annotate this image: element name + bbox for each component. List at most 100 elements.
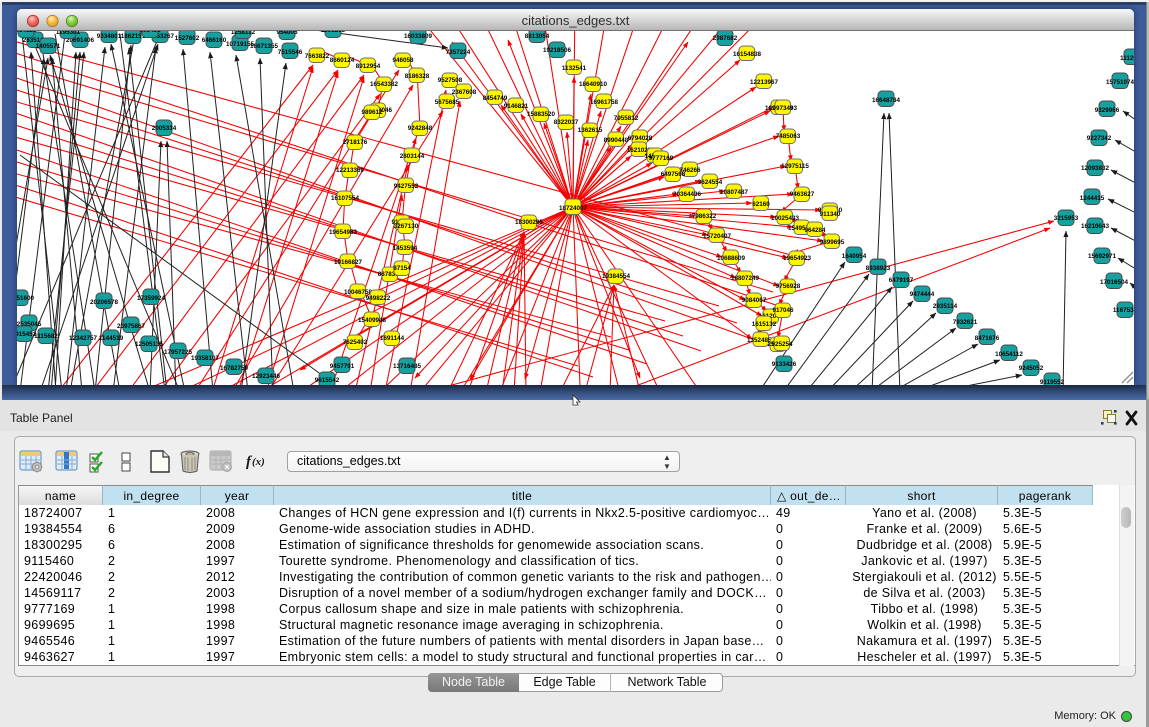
svg-text:9474444: 9474444 bbox=[910, 291, 935, 298]
svg-text:9227342: 9227342 bbox=[1087, 135, 1112, 142]
svg-text:1362615: 1362615 bbox=[578, 127, 603, 134]
svg-text:20364436: 20364436 bbox=[673, 191, 702, 198]
svg-text:7663822: 7663822 bbox=[305, 53, 330, 60]
svg-text:19166827: 19166827 bbox=[334, 259, 363, 266]
svg-text:1691144: 1691144 bbox=[380, 335, 405, 342]
svg-text:7515546: 7515546 bbox=[278, 49, 303, 56]
svg-text:18640910: 18640910 bbox=[579, 81, 608, 88]
svg-text:7932621: 7932621 bbox=[953, 319, 978, 326]
svg-text:3267130: 3267130 bbox=[394, 223, 419, 230]
svg-text:17359924: 17359924 bbox=[137, 295, 166, 302]
svg-text:1244415: 1244415 bbox=[1080, 195, 1105, 202]
svg-text:8813054: 8813054 bbox=[525, 33, 550, 40]
svg-text:16961758: 16961758 bbox=[590, 99, 619, 106]
svg-text:19654923: 19654923 bbox=[783, 255, 812, 262]
svg-text:12923446: 12923446 bbox=[252, 373, 281, 380]
svg-text:954005: 954005 bbox=[276, 31, 298, 36]
svg-text:2367608: 2367608 bbox=[452, 89, 477, 96]
svg-text:964284: 964284 bbox=[804, 227, 826, 234]
svg-text:946058: 946058 bbox=[392, 57, 414, 64]
svg-text:17957225: 17957225 bbox=[164, 349, 193, 356]
svg-text:9899695: 9899695 bbox=[820, 239, 845, 246]
svg-text:62160: 62160 bbox=[752, 201, 770, 208]
svg-text:15751074: 15751074 bbox=[1106, 79, 1134, 86]
svg-text:8186328: 8186328 bbox=[405, 73, 430, 80]
svg-text:8912954: 8912954 bbox=[356, 63, 381, 70]
svg-text:9084067: 9084067 bbox=[742, 297, 767, 304]
svg-text:15720407: 15720407 bbox=[703, 233, 732, 240]
svg-text:15692971: 15692971 bbox=[1088, 253, 1117, 260]
svg-text:989612: 989612 bbox=[361, 109, 383, 116]
svg-text:16154838: 16154838 bbox=[733, 51, 762, 58]
svg-text:9527508: 9527508 bbox=[438, 77, 463, 84]
svg-text:10807487: 10807487 bbox=[720, 189, 749, 196]
svg-text:1115682: 1115682 bbox=[34, 333, 58, 340]
svg-text:2005334: 2005334 bbox=[152, 125, 177, 132]
svg-text:8938923: 8938923 bbox=[866, 265, 891, 272]
svg-text:1112954: 1112954 bbox=[1120, 55, 1134, 62]
svg-text:19358107: 19358107 bbox=[191, 355, 220, 362]
svg-text:9133426: 9133426 bbox=[772, 361, 797, 368]
svg-text:19654983: 19654983 bbox=[329, 229, 358, 236]
svg-text:9427552: 9427552 bbox=[394, 183, 419, 190]
svg-text:7485063: 7485063 bbox=[776, 133, 801, 140]
svg-text:9334801: 9334801 bbox=[97, 33, 122, 40]
svg-text:911340: 911340 bbox=[820, 211, 841, 218]
svg-text:6479197: 6479197 bbox=[889, 277, 914, 284]
svg-text:18300295: 18300295 bbox=[515, 219, 544, 226]
svg-text:954121: 954121 bbox=[17, 31, 37, 34]
svg-text:9498222: 9498222 bbox=[366, 295, 391, 302]
svg-text:6497568: 6497568 bbox=[661, 171, 686, 178]
svg-text:18724007: 18724007 bbox=[559, 205, 588, 212]
svg-text:26351600: 26351600 bbox=[17, 295, 34, 302]
svg-text:9615542: 9615542 bbox=[315, 377, 340, 384]
svg-text:18807249: 18807249 bbox=[731, 275, 760, 282]
svg-text:7986322: 7986322 bbox=[692, 213, 717, 220]
svg-text:12093832: 12093832 bbox=[1081, 165, 1110, 172]
svg-text:9777169: 9777169 bbox=[649, 155, 674, 162]
svg-text:12213967: 12213967 bbox=[750, 79, 779, 86]
svg-text:925254: 925254 bbox=[771, 341, 793, 348]
svg-text:9457791: 9457791 bbox=[330, 363, 355, 370]
svg-text:23975867: 23975867 bbox=[117, 323, 146, 330]
svg-text:803451: 803451 bbox=[139, 31, 161, 34]
svg-text:1615132: 1615132 bbox=[752, 321, 777, 328]
svg-text:17016504: 17016504 bbox=[1100, 279, 1129, 286]
svg-text:(x): (x) bbox=[252, 456, 265, 468]
svg-text:16782759: 16782759 bbox=[220, 365, 249, 372]
svg-text:16671355: 16671355 bbox=[250, 43, 279, 50]
svg-text:9146821: 9146821 bbox=[504, 103, 529, 110]
svg-text:2087682: 2087682 bbox=[713, 35, 738, 42]
svg-text:1258112: 1258112 bbox=[231, 31, 256, 36]
svg-text:5675685: 5675685 bbox=[435, 99, 460, 106]
svg-text:1132541: 1132541 bbox=[562, 65, 587, 72]
svg-text:13716485: 13716485 bbox=[393, 363, 422, 370]
svg-text:15409948: 15409948 bbox=[358, 317, 387, 324]
svg-text:8454749: 8454749 bbox=[483, 95, 508, 102]
svg-text:1453594: 1453594 bbox=[393, 245, 418, 252]
svg-text:9756928: 9756928 bbox=[776, 283, 801, 290]
svg-text:9242848: 9242848 bbox=[408, 125, 433, 132]
svg-text:1144519: 1144519 bbox=[99, 335, 124, 342]
svg-text:16033809: 16033809 bbox=[404, 33, 433, 40]
svg-text:917046: 917046 bbox=[772, 307, 794, 314]
svg-text:1167534: 1167534 bbox=[1113, 307, 1134, 314]
svg-text:9329966: 9329966 bbox=[1095, 107, 1120, 114]
svg-text:16107554: 16107554 bbox=[331, 195, 360, 202]
svg-text:9463627: 9463627 bbox=[790, 191, 815, 198]
svg-text:16543382: 16543382 bbox=[370, 81, 399, 88]
svg-text:12342757: 12342757 bbox=[69, 335, 98, 342]
svg-text:8990448: 8990448 bbox=[604, 137, 629, 144]
svg-text:20206578: 20206578 bbox=[90, 299, 119, 306]
svg-text:8322037: 8322037 bbox=[554, 119, 579, 126]
svg-text:1195301: 1195301 bbox=[56, 31, 81, 36]
svg-text:6794028: 6794028 bbox=[628, 135, 653, 142]
svg-text:3624554: 3624554 bbox=[698, 179, 723, 186]
svg-text:12505135: 12505135 bbox=[135, 341, 164, 348]
svg-text:3215953: 3215953 bbox=[1054, 215, 1079, 222]
svg-text:10973493: 10973493 bbox=[769, 105, 798, 112]
svg-text:87154: 87154 bbox=[393, 265, 411, 272]
svg-text:8660124: 8660124 bbox=[330, 57, 355, 64]
svg-text:9119552: 9119552 bbox=[1040, 379, 1065, 385]
svg-text:15883520: 15883520 bbox=[527, 111, 556, 118]
